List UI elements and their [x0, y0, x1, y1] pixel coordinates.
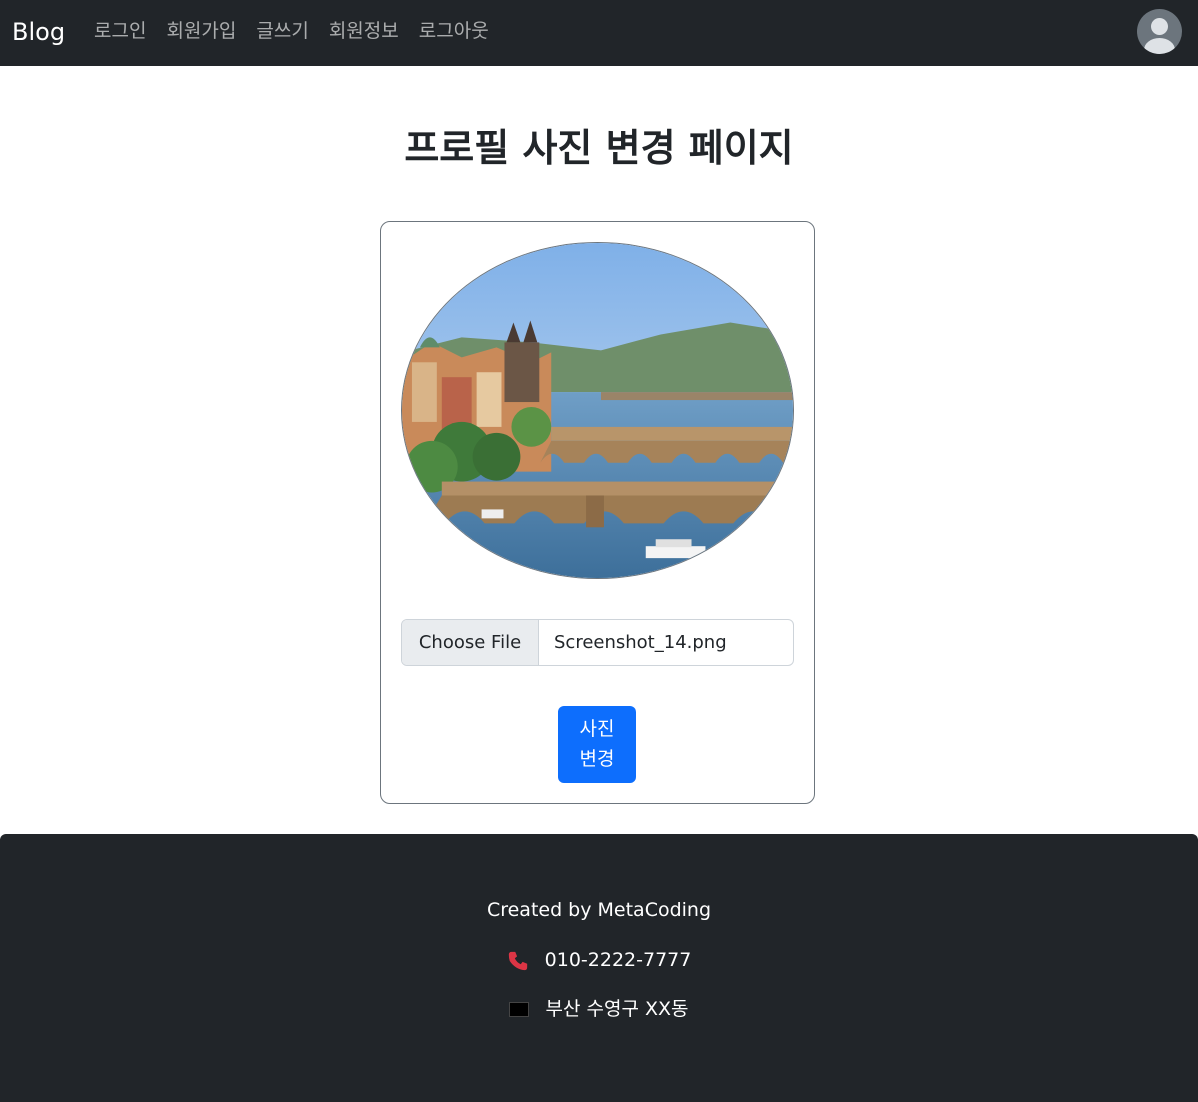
page-title: 프로필 사진 변경 페이지	[404, 126, 794, 170]
brand-link[interactable]: Blog	[12, 15, 65, 49]
file-name-text: Screenshot_14.png	[554, 632, 727, 653]
nav-link-user-info[interactable]: 회원정보	[319, 16, 409, 46]
change-photo-button[interactable]: 사진 변경	[558, 706, 636, 783]
avatar-head	[1151, 18, 1168, 35]
footer: Created by MetaCoding 010-2222-7777 부산 수…	[0, 834, 1198, 1102]
footer-address: 부산 수영구 XX동	[0, 994, 1198, 1024]
footer-credit-text: Created by MetaCoding	[486, 899, 712, 921]
avatar-body	[1144, 38, 1175, 54]
choose-file-button[interactable]: Choose File	[402, 620, 539, 665]
map-icon	[509, 1002, 530, 1017]
nav-links: 로그인 회원가입 글쓰기 회원정보 로그아웃	[84, 16, 499, 46]
profile-image	[401, 242, 794, 579]
footer-phone: 010-2222-7777	[0, 945, 1198, 975]
phone-icon	[508, 951, 527, 970]
avatar-icon[interactable]	[1137, 9, 1182, 54]
profile-form-card: Choose File Screenshot_14.png 사진 변경	[380, 221, 815, 804]
file-input[interactable]: Choose File Screenshot_14.png	[401, 619, 794, 666]
nav-link-login[interactable]: 로그인	[84, 16, 156, 46]
nav-link-join[interactable]: 회원가입	[156, 16, 246, 46]
change-photo-button-line1: 사진	[579, 718, 615, 740]
footer-address-text: 부산 수영구 XX동	[545, 998, 689, 1020]
nav-link-write[interactable]: 글쓰기	[246, 16, 318, 46]
navbar: Blog 로그인 회원가입 글쓰기 회원정보 로그아웃	[0, 0, 1198, 66]
footer-credit: Created by MetaCoding	[0, 895, 1198, 925]
nav-link-logout[interactable]: 로그아웃	[409, 16, 499, 46]
city-bridge-photo	[402, 243, 793, 578]
change-photo-button-line2: 변경	[579, 748, 615, 770]
footer-phone-text: 010-2222-7777	[544, 949, 692, 971]
